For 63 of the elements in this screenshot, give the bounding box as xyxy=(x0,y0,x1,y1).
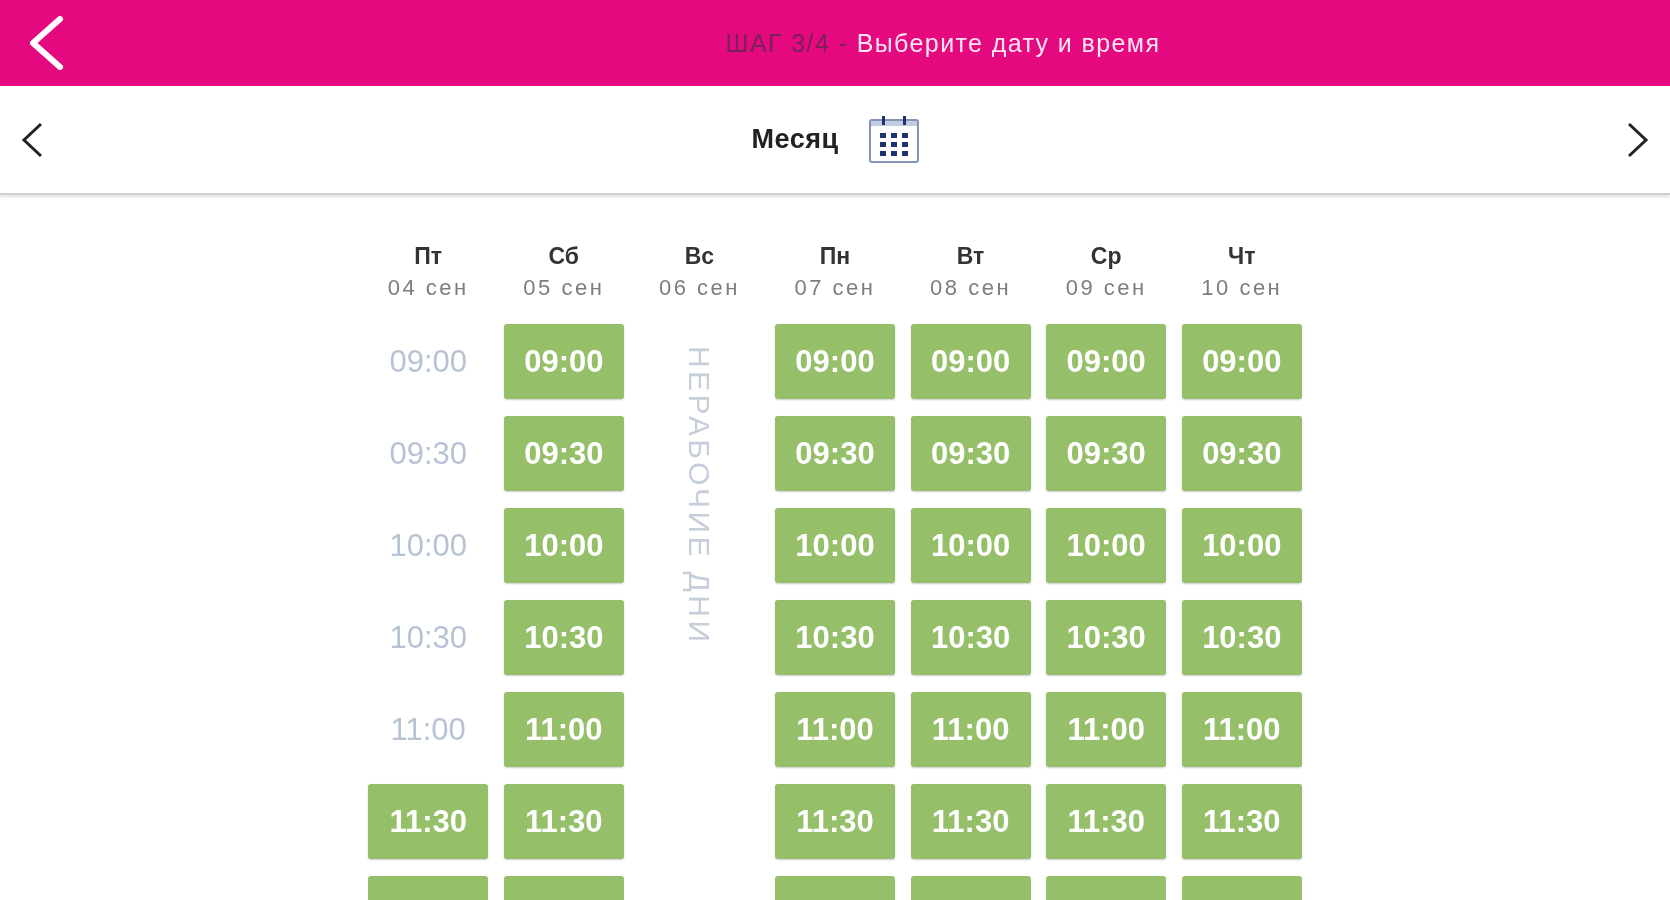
time-slot-button[interactable]: 11:00 xyxy=(910,692,1031,767)
page-title: ШАГ 3/4 - Выберите дату и время xyxy=(725,28,1161,59)
time-slot-button[interactable]: 11:00 xyxy=(1181,692,1302,767)
unavailable-time: 10:30 xyxy=(368,600,489,675)
time-slot-button[interactable] xyxy=(775,876,895,900)
back-icon[interactable] xyxy=(28,16,64,70)
time-slot-button[interactable] xyxy=(503,876,624,900)
time-slot-button[interactable]: 09:00 xyxy=(910,324,1031,399)
time-slot-button[interactable]: 10:00 xyxy=(503,508,624,583)
time-slot-button[interactable]: 11:30 xyxy=(910,784,1031,859)
date-label: 07 сен xyxy=(794,274,876,302)
date-label: 08 сен xyxy=(930,274,1012,302)
chevron-left-icon[interactable] xyxy=(21,121,43,158)
date-label: 06 сен xyxy=(658,274,740,302)
time-slot-button[interactable]: 10:30 xyxy=(1181,600,1302,675)
time-slot-button[interactable]: 10:00 xyxy=(1046,508,1167,583)
time-slot-button[interactable]: 09:30 xyxy=(775,416,895,491)
period-label[interactable]: Месяц xyxy=(751,124,839,155)
time-slot-button[interactable]: 11:30 xyxy=(503,784,624,859)
date-label: 04 сен xyxy=(387,274,469,302)
time-slot-button[interactable] xyxy=(910,876,1031,900)
time-slot-button[interactable]: 11:00 xyxy=(775,692,895,767)
weekday-label: Чт xyxy=(1228,242,1256,271)
non-working-days-label: НЕРАБОЧИЕ ДНИ xyxy=(684,346,715,646)
weekday-label: Пн xyxy=(819,242,851,271)
time-slot-button[interactable]: 11:30 xyxy=(1181,784,1302,859)
unavailable-time: 09:00 xyxy=(368,324,489,399)
time-slot-button[interactable]: 11:30 xyxy=(368,784,489,859)
weekday-label: Вс xyxy=(684,242,715,271)
time-slot-button[interactable]: 09:30 xyxy=(910,416,1031,491)
time-slot-button[interactable]: 11:00 xyxy=(1046,692,1167,767)
date-label: 09 сен xyxy=(1065,274,1147,302)
time-slot-button[interactable]: 09:00 xyxy=(1046,324,1167,399)
time-slot-button[interactable] xyxy=(1046,876,1167,900)
time-slot-button[interactable]: 09:00 xyxy=(1181,324,1302,399)
time-slot-button[interactable]: 11:30 xyxy=(1046,784,1167,859)
weekday-label: Вт xyxy=(956,242,985,271)
date-label: 05 сен xyxy=(523,274,605,302)
date-label: 10 сен xyxy=(1201,274,1283,302)
time-slot-button[interactable]: 10:00 xyxy=(1181,508,1302,583)
weekday-label: Пт xyxy=(414,242,443,271)
time-slot-button[interactable]: 10:00 xyxy=(775,508,895,583)
time-slot-button[interactable]: 10:00 xyxy=(910,508,1031,583)
time-slot-button[interactable] xyxy=(1181,876,1302,900)
time-slot-button[interactable]: 11:30 xyxy=(775,784,895,859)
time-slot-button[interactable]: 09:30 xyxy=(1181,416,1302,491)
chevron-right-icon[interactable] xyxy=(1627,121,1649,158)
time-slot-button[interactable]: 10:30 xyxy=(1046,600,1167,675)
time-slot-button[interactable] xyxy=(368,876,489,900)
unavailable-time: 09:30 xyxy=(368,416,489,491)
calendar-icon[interactable] xyxy=(868,116,919,163)
time-slot-button[interactable]: 10:30 xyxy=(775,600,895,675)
time-slot-button[interactable]: 10:30 xyxy=(503,600,624,675)
unavailable-time: 10:00 xyxy=(368,508,489,583)
weekday-label: Сб xyxy=(548,242,580,271)
time-slot-button[interactable]: 09:00 xyxy=(503,324,624,399)
time-slot-button[interactable]: 10:30 xyxy=(910,600,1031,675)
unavailable-time: 11:00 xyxy=(368,692,489,767)
time-slot-button[interactable]: 09:00 xyxy=(775,324,895,399)
time-slot-button[interactable]: 09:30 xyxy=(1046,416,1167,491)
time-slot-button[interactable]: 09:30 xyxy=(503,416,624,491)
weekday-label: Ср xyxy=(1090,242,1122,271)
time-slot-button[interactable]: 11:00 xyxy=(503,692,624,767)
